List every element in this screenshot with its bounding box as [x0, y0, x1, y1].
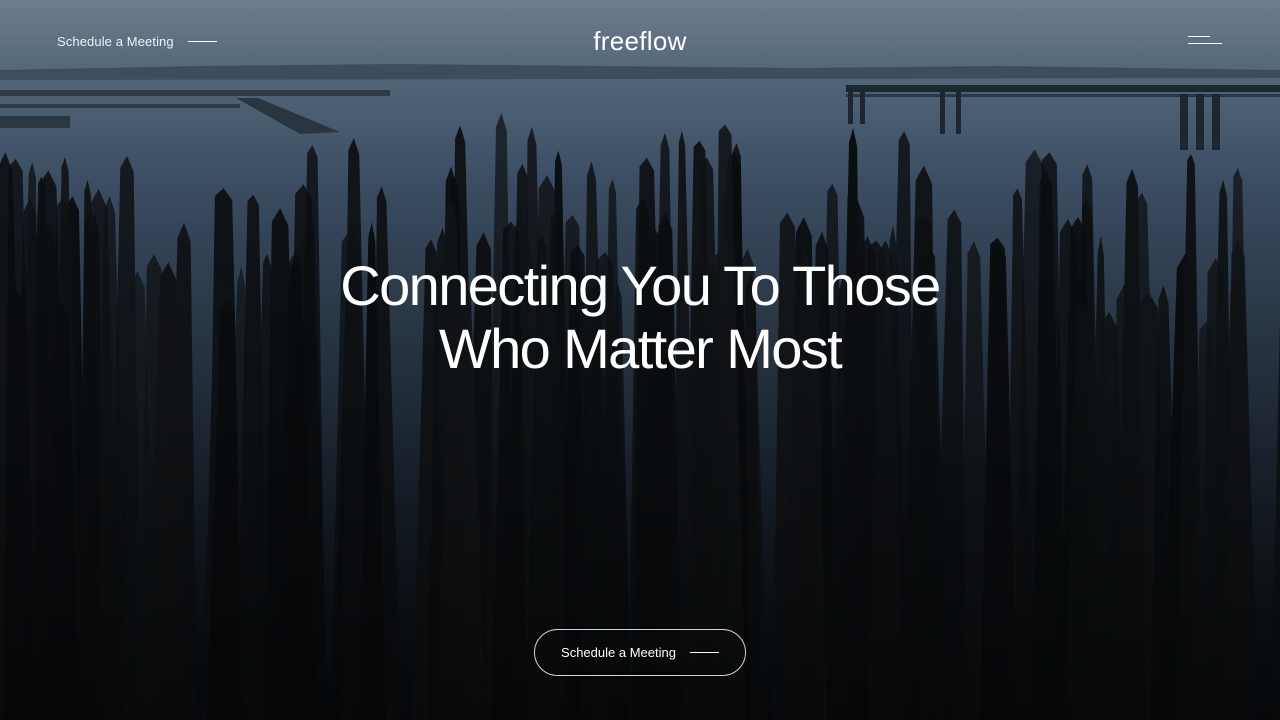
hamburger-menu-icon[interactable]: [1184, 32, 1226, 52]
hero-headline-line-1: Connecting You To Those: [340, 254, 941, 317]
site-header: Schedule a Meeting freeflow: [0, 0, 1280, 82]
dash-line-icon: [689, 652, 719, 653]
hero-section: Schedule a Meeting freeflow Connecting Y…: [0, 0, 1280, 720]
hero-headline: Connecting You To Those Who Matter Most: [240, 254, 1040, 380]
freeflow-logo[interactable]: freeflow: [0, 26, 1280, 57]
menu-line-bottom: [1188, 43, 1222, 44]
schedule-meeting-button[interactable]: Schedule a Meeting: [534, 629, 746, 676]
hero-headline-line-2: Who Matter Most: [438, 317, 843, 380]
schedule-meeting-button-label: Schedule a Meeting: [561, 645, 676, 660]
menu-line-top: [1188, 36, 1210, 37]
